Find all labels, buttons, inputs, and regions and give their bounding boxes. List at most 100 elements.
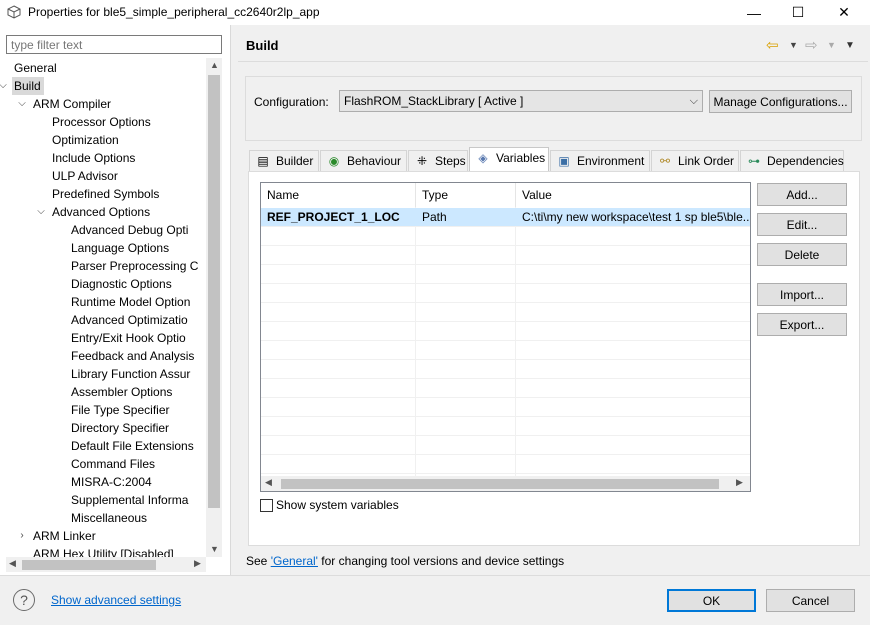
sidebar-item[interactable]: MISRA-C:2004 xyxy=(69,473,155,491)
collapse-chevron-icon[interactable]: › xyxy=(17,527,27,545)
tab-environment[interactable]: ▣ Environment xyxy=(550,150,650,172)
footer-hint: See 'General' for changing tool versions… xyxy=(246,554,565,568)
configuration-value: FlashROM_StackLibrary [ Active ] xyxy=(344,94,524,108)
link-order-icon: ⚯ xyxy=(659,154,671,168)
scroll-down-icon[interactable]: ▼ xyxy=(210,544,219,554)
empty-row xyxy=(261,398,750,417)
show-advanced-settings-link[interactable]: Show advanced settings xyxy=(51,593,181,607)
column-header-type[interactable]: Type xyxy=(416,183,516,207)
column-header-value[interactable]: Value xyxy=(516,183,750,207)
sidebar-item[interactable]: Supplemental Informa xyxy=(69,491,191,509)
forward-dropdown-icon[interactable]: ▼ xyxy=(827,40,836,50)
sidebar-item[interactable]: ARM Compiler xyxy=(31,95,114,113)
empty-row xyxy=(261,246,750,265)
sidebar-item[interactable]: Advanced Debug Opti xyxy=(69,221,191,239)
sidebar-item[interactable]: Assembler Options xyxy=(69,383,175,401)
sidebar-item[interactable]: Advanced Options xyxy=(50,203,153,221)
variables-icon: ◈ xyxy=(478,151,488,165)
expand-chevron-icon[interactable]: ⌵ xyxy=(17,95,27,113)
empty-row xyxy=(261,341,750,360)
sidebar-item[interactable]: ARM Hex Utility [Disabled] xyxy=(31,545,177,557)
import-button[interactable]: Import... xyxy=(757,283,847,306)
sidebar-item[interactable]: Optimization xyxy=(50,131,122,149)
tab-link-order[interactable]: ⚯ Link Order xyxy=(651,150,739,172)
scroll-up-icon[interactable]: ▲ xyxy=(210,60,219,70)
empty-row xyxy=(261,303,750,322)
empty-row xyxy=(261,455,750,474)
column-header-name[interactable]: Name xyxy=(261,183,416,207)
close-icon: ✕ xyxy=(838,4,850,20)
sidebar-item[interactable]: File Type Specifier xyxy=(69,401,173,419)
sidebar-item[interactable]: Include Options xyxy=(50,149,138,167)
sidebar-item[interactable]: General xyxy=(12,59,60,77)
table-hscroll-thumb[interactable] xyxy=(281,479,719,489)
empty-row xyxy=(261,322,750,341)
header-divider xyxy=(238,61,868,62)
configuration-label: Configuration: xyxy=(254,95,329,109)
steps-icon: ⁜ xyxy=(416,154,428,168)
sidebar-item[interactable]: Advanced Optimizatio xyxy=(69,311,191,329)
tab-steps[interactable]: ⁜ Steps xyxy=(408,150,468,172)
sidebar-item[interactable]: Diagnostic Options xyxy=(69,275,175,293)
builder-icon: ▤ xyxy=(257,154,269,168)
filter-input[interactable] xyxy=(6,35,222,54)
sidebar-item[interactable]: Build xyxy=(12,77,44,95)
app-icon xyxy=(7,5,21,19)
show-system-variables-checkbox[interactable] xyxy=(260,499,273,512)
tree-vscroll-thumb[interactable] xyxy=(208,75,220,508)
tab-builder[interactable]: ▤ Builder xyxy=(249,150,319,172)
help-icon[interactable]: ? xyxy=(13,589,35,611)
dependencies-icon: ⊶ xyxy=(748,154,760,168)
sidebar-item[interactable]: ARM Linker xyxy=(31,527,99,545)
sidebar-item[interactable]: Default File Extensions xyxy=(69,437,197,455)
cancel-button[interactable]: Cancel xyxy=(766,589,855,612)
sidebar-item[interactable]: Library Function Assur xyxy=(69,365,193,383)
tab-variables[interactable]: ◈ Variables xyxy=(469,147,549,173)
expand-chevron-icon[interactable]: ⌵ xyxy=(36,203,46,221)
forward-arrow-icon[interactable]: ⇨ xyxy=(805,36,818,54)
back-dropdown-icon[interactable]: ▼ xyxy=(789,40,798,50)
export-button[interactable]: Export... xyxy=(757,313,847,336)
variable-name: REF_PROJECT_1_LOC xyxy=(267,210,400,224)
tree-hscroll-thumb[interactable] xyxy=(22,560,156,570)
variables-table[interactable]: Name Type Value REF_PROJECT_1_LOC Path C… xyxy=(260,182,751,492)
sidebar-item[interactable]: ULP Advisor xyxy=(50,167,121,185)
sidebar-item[interactable]: Miscellaneous xyxy=(69,509,150,527)
configuration-select[interactable]: FlashROM_StackLibrary [ Active ] ⌵ xyxy=(339,90,703,112)
scroll-right-icon[interactable]: ▶ xyxy=(194,558,201,569)
close-button[interactable]: ✕ xyxy=(821,0,867,25)
maximize-button[interactable]: ☐ xyxy=(775,0,821,25)
manage-configurations-button[interactable]: Manage Configurations... xyxy=(709,90,852,113)
add-button[interactable]: Add... xyxy=(757,183,847,206)
sidebar-item[interactable]: Entry/Exit Hook Optio xyxy=(69,329,189,347)
settings-tree: General ⌵ Build ⌵ ARM Compiler Processor Opti… xyxy=(0,58,205,557)
sidebar-item[interactable]: Parser Preprocessing C xyxy=(69,257,201,275)
expand-chevron-icon[interactable]: ⌵ xyxy=(0,77,8,95)
scroll-left-icon[interactable]: ◀ xyxy=(265,477,272,488)
minimize-button[interactable]: — xyxy=(731,0,777,25)
sidebar-item[interactable]: Runtime Model Option xyxy=(69,293,193,311)
sidebar-item[interactable]: Command Files xyxy=(69,455,158,473)
edit-button[interactable]: Edit... xyxy=(757,213,847,236)
general-link[interactable]: 'General' xyxy=(271,554,318,568)
tab-dependencies[interactable]: ⊶ Dependencies xyxy=(740,150,844,172)
back-arrow-icon[interactable]: ⇦ xyxy=(766,36,779,54)
environment-icon: ▣ xyxy=(558,154,570,168)
sidebar-item[interactable]: Processor Options xyxy=(50,113,154,131)
sidebar-item[interactable]: Feedback and Analysis xyxy=(69,347,197,365)
maximize-icon: ☐ xyxy=(791,4,805,20)
chevron-down-icon: ⌵ xyxy=(689,95,698,107)
window-title: Properties for ble5_simple_peripheral_cc… xyxy=(28,5,320,19)
sidebar-item[interactable]: Predefined Symbols xyxy=(50,185,162,203)
scroll-left-icon[interactable]: ◀ xyxy=(9,558,16,569)
scroll-right-icon[interactable]: ▶ xyxy=(736,477,743,488)
table-row[interactable]: REF_PROJECT_1_LOC Path C:\ti\my new work… xyxy=(261,208,750,227)
empty-row xyxy=(261,227,750,246)
delete-button[interactable]: Delete xyxy=(757,243,847,266)
sidebar-item[interactable]: Directory Specifier xyxy=(69,419,172,437)
empty-row xyxy=(261,284,750,303)
tab-behaviour[interactable]: ◉ Behaviour xyxy=(320,150,407,172)
sidebar-item[interactable]: Language Options xyxy=(69,239,172,257)
view-menu-icon[interactable]: ▼ xyxy=(845,40,855,51)
ok-button[interactable]: OK xyxy=(667,589,756,612)
